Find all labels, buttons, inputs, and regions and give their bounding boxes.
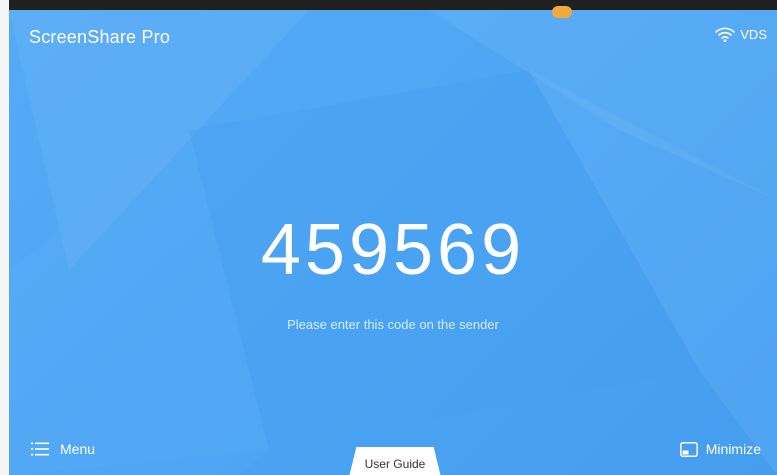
- user-guide-tab[interactable]: User Guide: [349, 447, 441, 475]
- network-name: VDS: [740, 26, 767, 42]
- top-bezel: [0, 0, 777, 10]
- network-status: VDS: [714, 26, 767, 42]
- app-title: ScreenShare Pro: [29, 27, 171, 47]
- wifi-icon: [715, 27, 736, 42]
- pairing-code: 459569: [260, 210, 526, 290]
- pairing-hint: Please enter this code on the sender: [287, 317, 499, 332]
- minimize-button[interactable]: Minimize: [679, 441, 761, 457]
- display-frame: ScreenShare Pro VDS 459569 Please enter …: [0, 0, 777, 475]
- menu-label: Menu: [60, 441, 96, 457]
- left-bezel: [0, 0, 9, 475]
- menu-icon: [31, 442, 49, 456]
- minimize-icon: [679, 441, 698, 457]
- menu-button[interactable]: Menu: [31, 441, 95, 457]
- user-guide-label: User Guide: [364, 457, 426, 471]
- minimize-label: Minimize: [705, 441, 761, 457]
- screenshare-screen: ScreenShare Pro VDS 459569 Please enter …: [9, 10, 777, 475]
- orange-indicator: [552, 6, 572, 18]
